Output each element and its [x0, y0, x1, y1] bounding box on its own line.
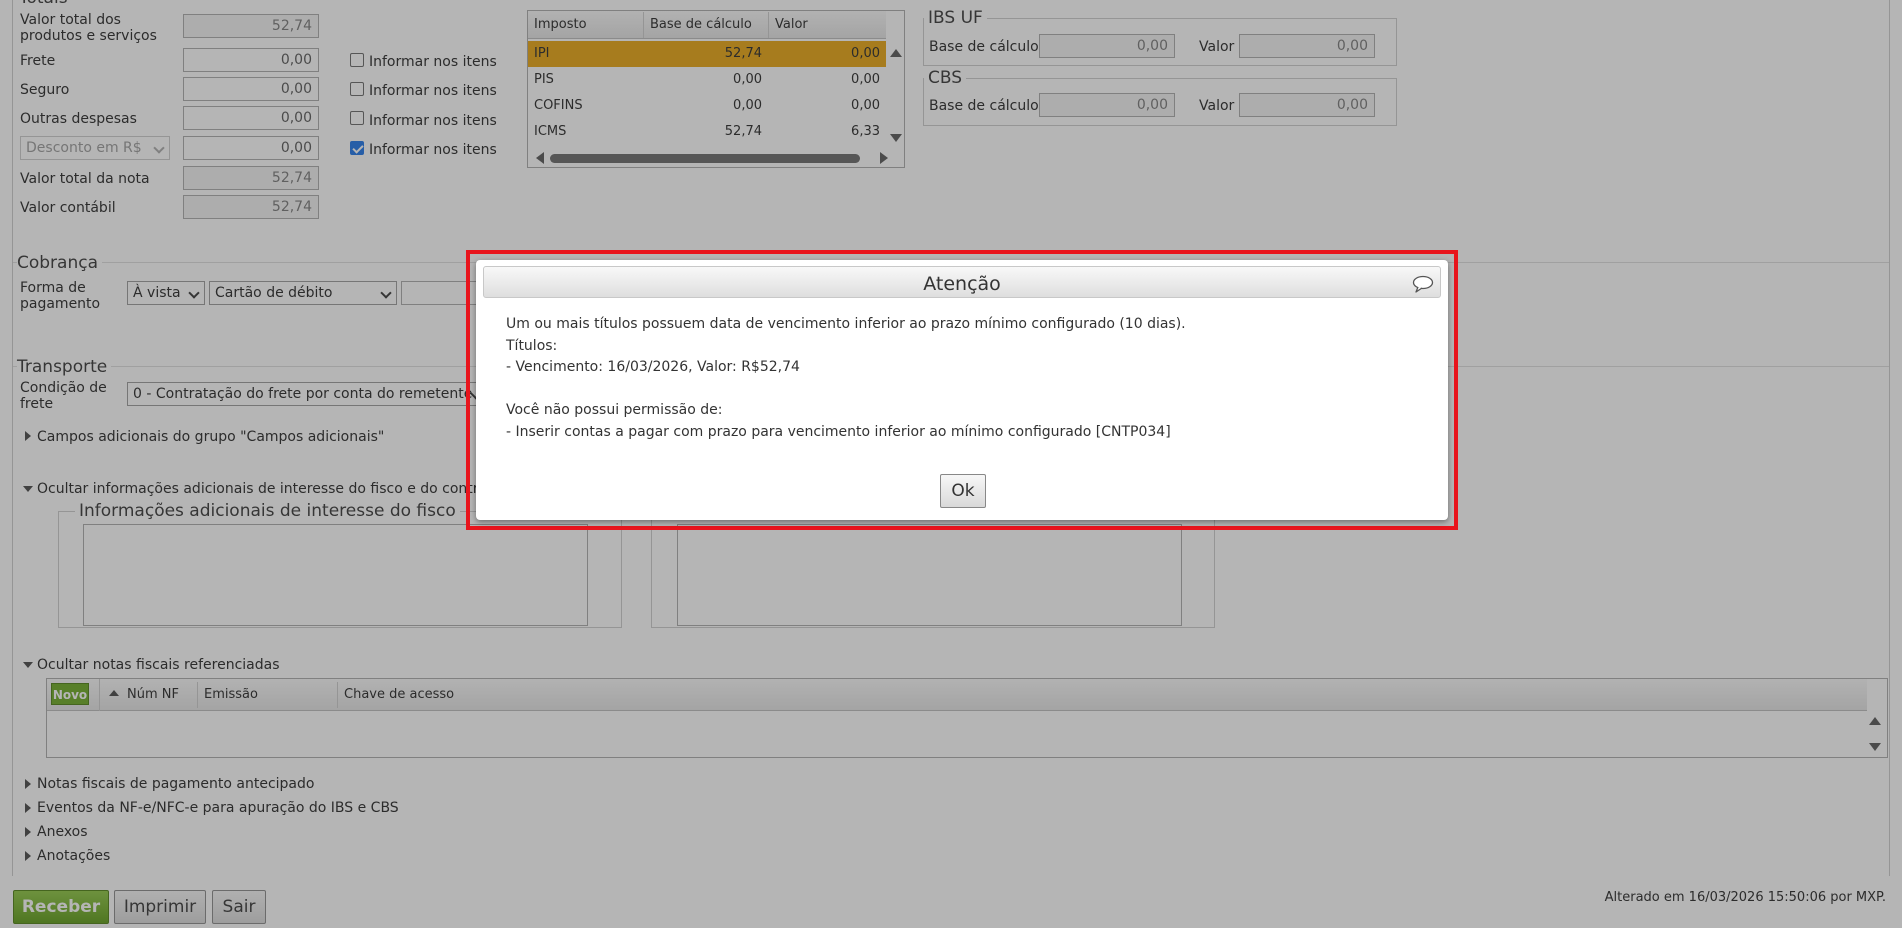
dialog-message-line: - Vencimento: 16/03/2026, Valor: R$52,74 — [506, 359, 800, 375]
attention-dialog: Atenção Um ou mais títulos possuem data … — [476, 260, 1448, 520]
dialog-message-line: Você não possui permissão de: — [506, 402, 723, 418]
speech-bubble-icon[interactable] — [1412, 275, 1434, 293]
ok-button[interactable]: Ok — [940, 474, 986, 508]
dialog-message-line: Um ou mais títulos possuem data de venci… — [506, 316, 1186, 332]
dialog-title: Atenção — [923, 273, 1001, 295]
dialog-message-line: - Inserir contas a pagar com prazo para … — [506, 423, 1171, 440]
dialog-header: Atenção — [483, 266, 1441, 298]
dialog-message-line: Títulos: — [506, 337, 558, 354]
dialog-message: Um ou mais títulos possuem data de venci… — [506, 314, 1406, 443]
dialog-message-line — [506, 379, 1406, 401]
